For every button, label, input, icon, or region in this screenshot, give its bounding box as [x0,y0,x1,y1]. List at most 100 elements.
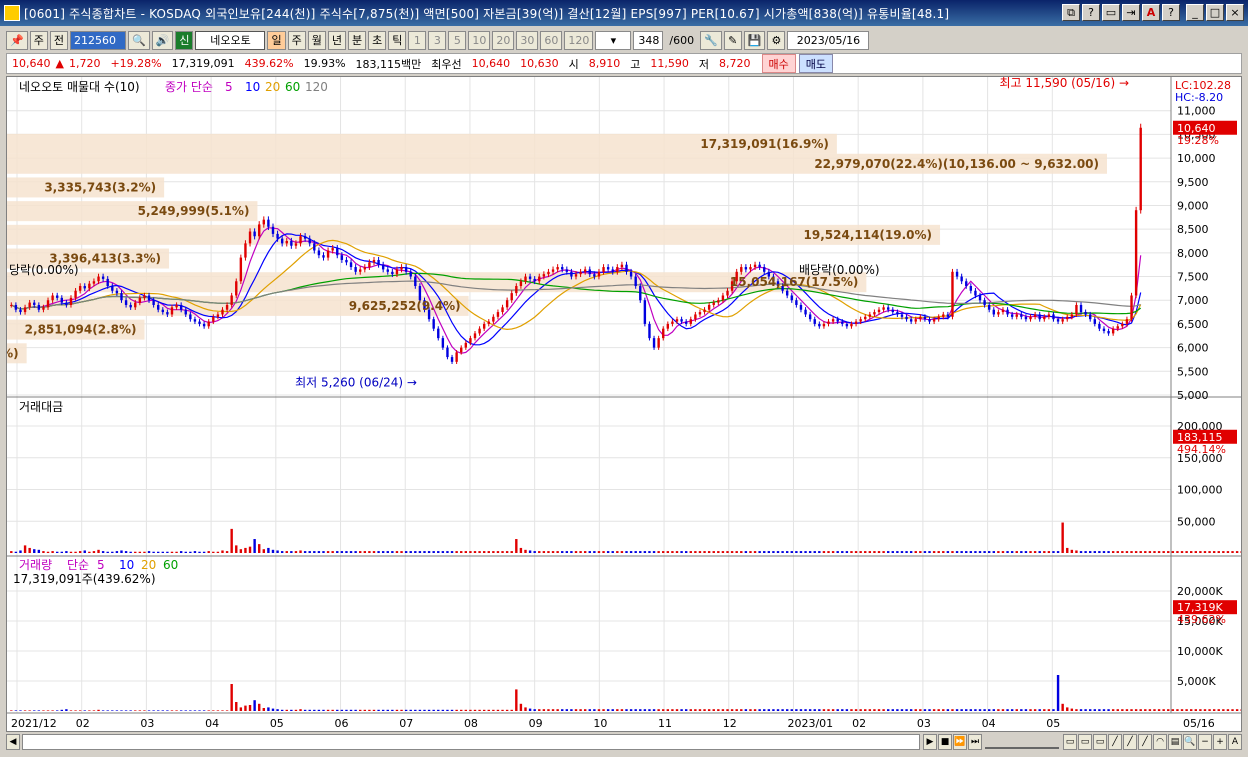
interval-1[interactable]: 1 [408,30,427,50]
pin-icon[interactable]: 📌 [6,30,28,50]
zoom-out-icon[interactable]: − [1198,734,1212,750]
volume-bar [1121,709,1124,711]
volume-bar [120,710,123,711]
font-size-icon[interactable]: A [1228,734,1242,750]
chart-area[interactable]: 11,000 10,500 10,000 9,500 9,000 8,500 8,000 7,… [0,76,1248,732]
volume-profile-label: 2,851,094(2.8%) [25,323,137,337]
chart-svg[interactable]: 11,00010,50010,0009,5009,0008,5008,0007,… [0,76,1248,731]
chart-scrollbar[interactable] [22,734,920,750]
draw-trend-icon[interactable]: ╱ [1123,734,1137,750]
tool-icon[interactable]: 🔧 [700,30,722,50]
period-second[interactable]: 초 [368,30,387,50]
volume-bar [207,710,210,711]
amount-bar [749,551,752,553]
amount-bar [1167,551,1170,553]
volume-bar [1075,709,1078,711]
candle-body [804,309,807,315]
up-arrow-icon: ▲ [55,57,64,70]
draw-ray-icon[interactable]: ╱ [1138,734,1152,750]
stop-button[interactable]: ■ [938,734,952,750]
amount-pct-label: 494.14% [1177,443,1226,456]
count-input[interactable]: 348 [633,30,664,50]
period-minute[interactable]: 분 [347,30,367,50]
candle-body [230,295,233,305]
candle-body [170,307,174,315]
question-icon[interactable]: ? [1162,4,1180,21]
date-input[interactable]: 2023/05/16 [787,30,870,50]
candle-body [179,304,183,310]
period-week[interactable]: 주 [287,30,306,50]
candle-body [124,300,128,305]
candle-body [854,321,858,324]
maximize-button[interactable]: □ [1206,4,1224,21]
buy-button[interactable]: 매수 [761,54,796,73]
amount-bar [1176,551,1179,553]
interval-20[interactable]: 20 [492,30,515,50]
amount-bar [694,551,697,553]
layout-2-icon[interactable]: ▭ [1078,734,1092,750]
period-month[interactable]: 월 [307,30,326,50]
fast-forward-button[interactable]: ⏩ [953,734,967,750]
stock-code-input[interactable]: 212560 [69,30,126,50]
help-icon[interactable]: ? [1082,4,1100,21]
volume-bar [712,709,715,711]
interval-5[interactable]: 5 [448,30,467,50]
close-button[interactable]: × [1226,4,1244,21]
interval-3[interactable]: 3 [428,30,447,50]
amount-bar [666,551,670,553]
layout-3-icon[interactable]: ▭ [1093,734,1107,750]
volume-bar [225,710,229,711]
sell-button[interactable]: 매도 [798,54,834,73]
amount-bar [235,545,238,553]
interval-30[interactable]: 30 [516,30,539,50]
candle-body [900,314,904,317]
gear-icon[interactable]: ⚙ [767,30,786,50]
draw-line-icon[interactable]: ╱ [1108,734,1122,750]
interval-dropdown[interactable]: ▾ [595,30,632,50]
candle-body [946,314,950,317]
layout-icon[interactable]: ▭ [1102,4,1120,21]
play-button[interactable]: ▶ [923,734,937,750]
candle-body [244,243,247,258]
draw-arc-icon[interactable]: ◠ [1153,734,1167,750]
interval-60[interactable]: 60 [540,30,563,50]
stock-name[interactable]: 네오오토 [195,30,266,50]
scroll-left-button[interactable]: ◀ [6,734,20,750]
volume-bar [886,709,890,711]
period-day[interactable]: 일 [267,30,286,50]
minimize-button[interactable]: _ [1186,4,1204,21]
end-button[interactable]: ⏭ [968,734,982,750]
copy-icon[interactable]: ▤ [1168,734,1182,750]
interval-10[interactable]: 10 [468,30,491,50]
market-type-select[interactable]: 주 [29,30,48,50]
zoom-in-icon[interactable]: + [1213,734,1227,750]
candle-body [290,241,293,246]
amount-bar [423,551,426,553]
candle-body [152,300,155,305]
save-icon[interactable]: 💾 [743,30,766,50]
zoom-slider[interactable] [985,735,1059,749]
font-icon[interactable]: A [1142,4,1160,21]
price-tick: 7,500 [1177,271,1209,284]
amount-bar [336,551,339,553]
volume-bar [804,709,807,711]
interval-120[interactable]: 120 [564,30,594,50]
candle-body [1024,316,1028,320]
amount-bar [662,551,665,553]
layout-1-icon[interactable]: ▭ [1063,734,1077,750]
zoom-icon[interactable]: 🔍 [1183,734,1197,750]
period-tick[interactable]: 틱 [388,30,407,50]
amount-bar [763,551,766,553]
link-icon[interactable]: ⧉ [1062,4,1080,21]
period-year[interactable]: 년 [327,30,346,50]
volume-bar [455,709,458,711]
candle-body [836,319,839,322]
bottom-toolbar: ◀ ▶ ■ ⏩ ⏭ ▭ ▭ ▭ ╱ ╱ ╱ ◠ ▤ 🔍 − + A [0,732,1248,752]
prev-button[interactable]: 전 [49,30,68,50]
export-icon[interactable]: ⇥ [1122,4,1140,21]
sound-icon[interactable]: 🔊 [151,30,174,50]
search-icon[interactable]: 🔍 [127,30,150,50]
draw-icon[interactable]: ✎ [723,30,742,50]
amount-bar [1162,551,1165,553]
price-tick: 9,500 [1177,176,1209,189]
